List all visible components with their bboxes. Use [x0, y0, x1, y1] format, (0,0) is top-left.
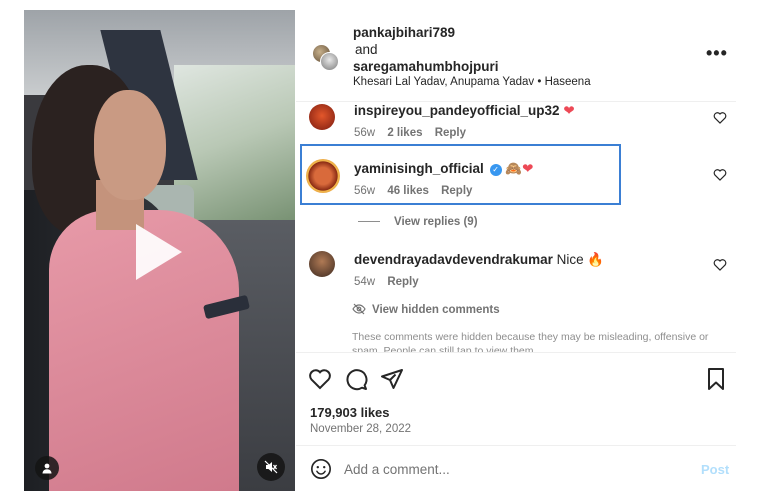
tagged-users-icon[interactable]: [35, 456, 59, 480]
comment-icon[interactable]: [344, 367, 368, 391]
like-comment-icon[interactable]: [713, 258, 727, 271]
reply-button[interactable]: Reply: [387, 276, 418, 288]
reply-button[interactable]: Reply: [435, 127, 466, 139]
mute-icon[interactable]: [257, 453, 285, 481]
eye-off-icon: [352, 303, 366, 315]
authors-conjunction: and: [355, 42, 378, 57]
comment-time[interactable]: 56w: [354, 185, 375, 197]
post-authors: pankajbihari789 and saregamahumbhojpuri: [353, 24, 499, 75]
view-replies-button[interactable]: View replies (9): [358, 216, 478, 228]
play-icon[interactable]: [136, 224, 182, 280]
like-comment-icon[interactable]: [713, 168, 727, 181]
comment-meta: 56w 46 likes Reply: [354, 185, 481, 197]
comment-meta: 54w Reply: [354, 276, 428, 288]
comment-time[interactable]: 54w: [354, 276, 375, 288]
comment-body: devendrayadavdevendrakumar Nice 🔥: [354, 252, 604, 268]
comment-time[interactable]: 56w: [354, 127, 375, 139]
comments-list[interactable]: inspireyou_pandeyofficial_up32 ❤ 56w 2 l…: [296, 103, 736, 352]
comment-body: yaminisingh_official ✓ 🙈❤: [354, 161, 533, 177]
comment-text: 🙈❤: [505, 161, 534, 176]
post-video[interactable]: [24, 10, 295, 491]
comment-username[interactable]: inspireyou_pandeyofficial_up32: [354, 103, 560, 118]
person-face: [94, 90, 166, 200]
hidden-comments-note: These comments were hidden because they …: [352, 331, 709, 352]
view-hidden-comments-label: View hidden comments: [372, 304, 500, 316]
comment-meta: 56w 2 likes Reply: [354, 127, 475, 139]
comment-username[interactable]: yaminisingh_official: [354, 161, 484, 176]
commenter-avatar[interactable]: [309, 251, 335, 277]
replies-divider: [358, 221, 380, 223]
commenter-avatar[interactable]: [309, 104, 335, 130]
post-actions: 179,903 likes November 28, 2022: [296, 352, 736, 444]
like-comment-icon[interactable]: [713, 111, 727, 124]
comment-likes[interactable]: 46 likes: [387, 185, 429, 197]
view-hidden-comments-button[interactable]: View hidden comments: [352, 303, 500, 316]
comment-body: inspireyou_pandeyofficial_up32 ❤: [354, 103, 575, 119]
share-icon[interactable]: [380, 367, 404, 391]
commenter-avatar[interactable]: [306, 159, 340, 193]
author-link-2[interactable]: saregamahumbhojpuri: [353, 58, 499, 75]
emoji-icon[interactable]: [310, 458, 332, 480]
comment-likes[interactable]: 2 likes: [387, 127, 422, 139]
comment-username[interactable]: devendrayadavdevendrakumar: [354, 252, 553, 267]
reply-button[interactable]: Reply: [441, 185, 472, 197]
author-avatar-2: [320, 52, 339, 71]
audio-label[interactable]: Khesari Lal Yadav, Anupama Yadav • Hasee…: [353, 76, 591, 88]
post-header: pankajbihari789 and saregamahumbhojpuri …: [296, 10, 736, 102]
like-heart-icon[interactable]: [308, 367, 332, 391]
post-comment-button[interactable]: Post: [701, 462, 729, 477]
add-comment-bar: Post: [296, 445, 736, 491]
comment-text: Nice 🔥: [556, 252, 605, 267]
post-date: November 28, 2022: [310, 423, 412, 435]
comment-text: ❤: [563, 103, 575, 118]
view-replies-label: View replies (9): [394, 216, 478, 228]
likes-count[interactable]: 179,903 likes: [310, 405, 390, 420]
collab-avatar[interactable]: [312, 44, 339, 71]
more-options-icon[interactable]: •••: [706, 44, 728, 62]
verified-badge-icon: ✓: [489, 164, 502, 176]
author-link-1[interactable]: pankajbihari789: [353, 24, 499, 41]
comment-input[interactable]: [344, 458, 674, 480]
save-bookmark-icon[interactable]: [704, 367, 728, 391]
